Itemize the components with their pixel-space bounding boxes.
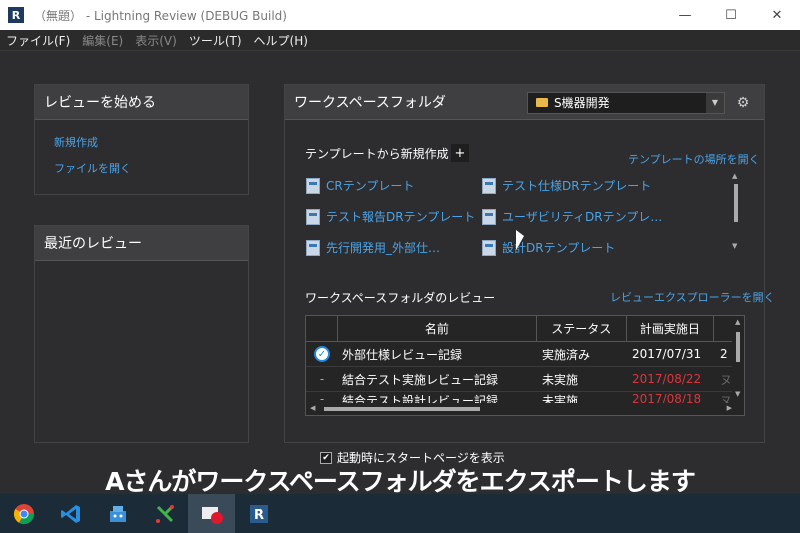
minimize-button[interactable]: — (662, 0, 708, 30)
gear-icon[interactable]: ⚙ (735, 95, 751, 111)
menu-tools[interactable]: ツール(T) (183, 32, 248, 49)
table-row[interactable]: ✓ 外部仕様レビュー記録 実施済み 2017/07/31 2 (306, 342, 744, 367)
document-icon (306, 239, 320, 256)
row-status: 実施済み (542, 347, 591, 362)
table-header: 名前 ステータス 計画実施日 (306, 316, 744, 342)
template-label[interactable]: テスト仕様DRテンプレート (502, 177, 651, 194)
document-icon (482, 208, 496, 225)
template-label[interactable]: テスト報告DRテンプレート (326, 208, 475, 225)
start-review-panel: レビューを始める 新規作成 ファイルを開く (34, 84, 249, 195)
svg-text:R: R (254, 508, 264, 523)
recent-reviews-panel: 最近のレビュー (34, 225, 249, 443)
menu-view[interactable]: 表示(V) (129, 32, 183, 49)
document-icon (482, 239, 496, 256)
col-status[interactable]: ステータス (537, 316, 627, 341)
vscode-icon[interactable] (47, 494, 94, 533)
app-logo-icon: R (8, 7, 24, 23)
app-icon[interactable] (94, 494, 141, 533)
row-name: 外部仕様レビュー記録 (342, 347, 463, 362)
workspace-folder-value: S機器開発 (554, 96, 610, 110)
template-item[interactable]: テスト報告DRテンプレート (306, 208, 475, 225)
new-review-link[interactable]: 新規作成 (54, 134, 248, 150)
templates-title: テンプレートから新規作成 (305, 147, 449, 161)
document-icon (306, 208, 320, 225)
row-name: 結合テスト実施レビュー記録 (342, 372, 499, 387)
document-icon (306, 177, 320, 194)
maximize-button[interactable]: ☐ (708, 0, 754, 30)
scroll-down-icon[interactable]: ▼ (732, 242, 737, 250)
window-title: （無題） - Lightning Review (DEBUG Build) (34, 8, 287, 23)
row-date: 2017/08/22 (632, 372, 702, 386)
scroll-thumb[interactable] (324, 407, 480, 411)
open-review-explorer-link[interactable]: レビューエクスプローラーを開く (610, 289, 775, 305)
reviews-title: ワークスペースフォルダのレビュー (305, 291, 496, 305)
scroll-down-icon[interactable]: ▼ (735, 390, 740, 398)
menu-edit[interactable]: 編集(E) (76, 32, 129, 49)
recording-icon[interactable] (188, 494, 235, 533)
pending-dash-icon: - (319, 372, 325, 386)
horizontal-scrollbar[interactable]: ◀ ▶ (306, 403, 734, 415)
workspace-folder-select[interactable]: S機器開発 ▼ (527, 91, 725, 114)
reviews-table: 名前 ステータス 計画実施日 ✓ 外部仕様レビュー記録 実施済み 2017/07… (305, 315, 745, 416)
completed-check-icon: ✓ (314, 346, 330, 362)
scroll-thumb[interactable] (734, 184, 738, 222)
template-item[interactable]: 先行開発用_外部仕… (306, 239, 440, 256)
col-name[interactable]: 名前 (338, 316, 537, 341)
chevron-down-icon[interactable]: ▼ (706, 92, 724, 113)
table-row[interactable]: - 結合テスト実施レビュー記録 未実施 2017/08/22 ヌ (306, 367, 744, 392)
menu-bar: ファイル(F) 編集(E) 表示(V) ツール(T) ヘルプ(H) (0, 30, 800, 51)
start-review-title: レビューを始める (35, 85, 248, 120)
document-icon (482, 177, 496, 194)
template-label[interactable]: CRテンプレート (326, 177, 414, 194)
row-status: 未実施 (542, 372, 579, 387)
folder-icon (536, 98, 548, 107)
scroll-up-icon[interactable]: ▲ (732, 172, 737, 180)
scroll-left-icon[interactable]: ◀ (310, 404, 315, 412)
template-item[interactable]: ユーザビリティDRテンプレ… (482, 208, 662, 225)
git-icon[interactable] (141, 494, 188, 533)
col-planned-date[interactable]: 計画実施日 (627, 316, 715, 341)
scroll-up-icon[interactable]: ▲ (735, 318, 740, 326)
add-template-button[interactable]: + (451, 144, 469, 162)
row-date: 2017/07/31 (632, 347, 702, 361)
template-item[interactable]: テスト仕様DRテンプレート (482, 177, 651, 194)
video-caption: Aさんがワークスペースフォルダをエクスポートします (105, 467, 696, 496)
template-item[interactable]: 設計DRテンプレート (482, 239, 615, 256)
recent-reviews-title: 最近のレビュー (35, 226, 248, 261)
menu-help[interactable]: ヘルプ(H) (248, 32, 314, 49)
template-label[interactable]: 先行開発用_外部仕… (326, 239, 440, 256)
templates-scrollbar[interactable]: ▲ ▼ (731, 172, 741, 252)
template-label[interactable]: ユーザビリティDRテンプレ… (502, 208, 662, 225)
scroll-thumb[interactable] (736, 332, 740, 362)
close-button[interactable]: ✕ (754, 0, 800, 30)
open-template-location-link[interactable]: テンプレートの場所を開く (628, 151, 760, 167)
taskbar: R (0, 494, 800, 533)
title-bar: R （無題） - Lightning Review (DEBUG Build) … (0, 0, 800, 30)
menu-file[interactable]: ファイル(F) (0, 32, 76, 49)
mouse-cursor-icon (516, 230, 524, 250)
col-status-icon[interactable] (306, 316, 338, 341)
open-file-link[interactable]: ファイルを開く (54, 160, 248, 176)
lightning-review-icon[interactable]: R (235, 494, 282, 533)
template-item[interactable]: CRテンプレート (306, 177, 414, 194)
chrome-icon[interactable] (0, 494, 47, 533)
vertical-scrollbar[interactable]: ▲ ▼ (732, 316, 744, 415)
